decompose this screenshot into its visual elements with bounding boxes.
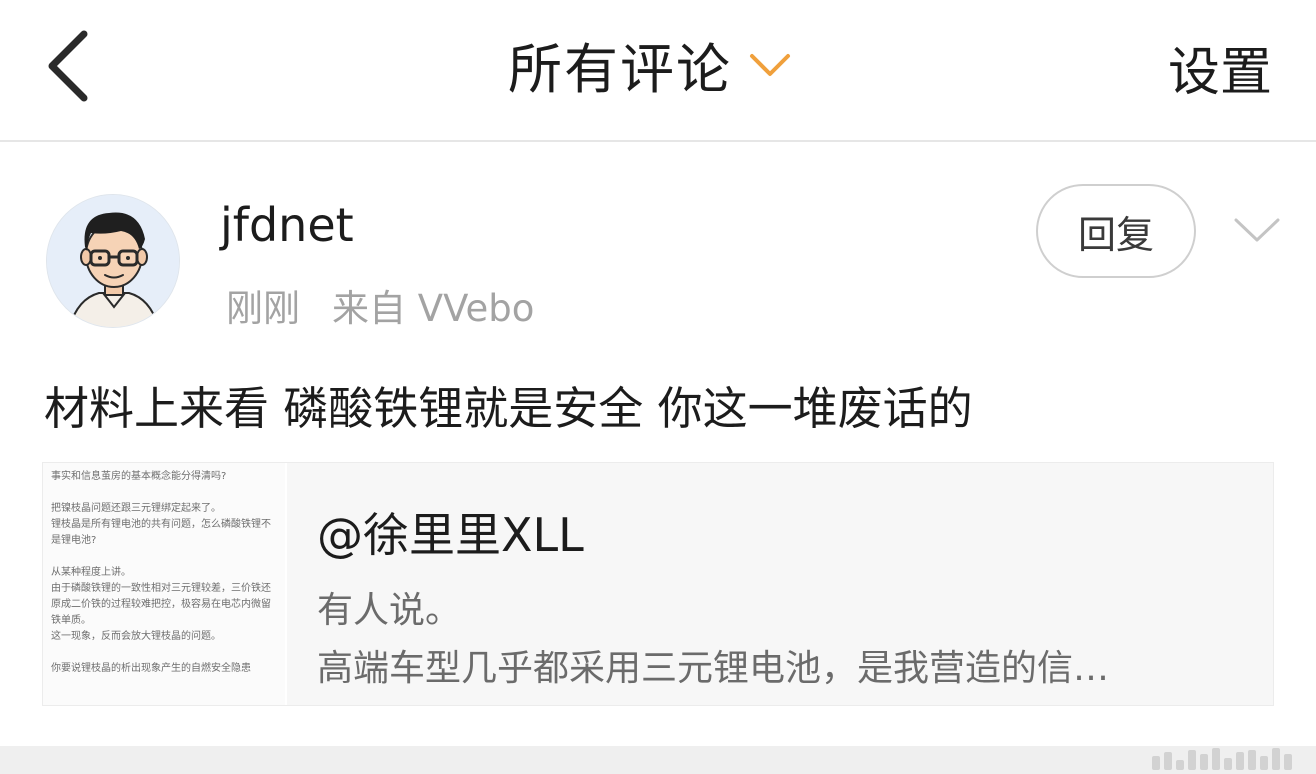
watermark-bar xyxy=(1176,760,1184,770)
thumbnail-text-line: 从某种程度上讲。 xyxy=(51,567,131,578)
watermark-bar xyxy=(1212,748,1220,770)
watermark-bar xyxy=(1152,756,1160,770)
watermark-bar xyxy=(1164,752,1172,770)
bottom-divider xyxy=(0,746,1316,774)
avatar[interactable] xyxy=(46,194,180,328)
comment-item: jfdnet 刚刚 来自 VVebo 回复 材料上来看 磷酸铁锂就是安全 你这一… xyxy=(0,144,1316,744)
thumbnail-text-line: 你要说锂枝晶的析出现象产生的自燃安全隐患 xyxy=(51,663,251,674)
quoted-post-text-line: 有人说。 xyxy=(317,590,462,631)
watermark-bar xyxy=(1236,752,1244,770)
chevron-down-icon[interactable] xyxy=(1232,214,1282,244)
comment-source: 来自 VVebo xyxy=(332,287,535,330)
watermark-bar xyxy=(1224,758,1232,770)
watermark-bar xyxy=(1200,754,1208,770)
thumbnail-gap xyxy=(51,549,277,565)
top-nav-bar: 所有评论 设置 xyxy=(0,0,1316,142)
watermark-bar xyxy=(1272,748,1280,770)
thumbnail-text-line: 这一现象，反而会放大锂枝晶的问题。 xyxy=(51,631,221,642)
comment-time: 刚刚 xyxy=(226,287,300,330)
comments-filter-dropdown[interactable]: 所有评论 xyxy=(508,28,794,101)
thumbnail-text-line: 锂枝晶是所有锂电池的共有问题，怎么磷酸铁锂不 xyxy=(51,519,271,530)
quoted-post-text-line: 高端车型几乎都采用三元锂电池，是我营造的信… xyxy=(317,648,1110,689)
watermark-bar xyxy=(1188,750,1196,770)
settings-button[interactable]: 设置 xyxy=(1168,30,1272,105)
watermark-bar xyxy=(1248,750,1256,770)
chevron-down-icon xyxy=(750,54,790,76)
thumbnail-text-line: 事实和信息茧房的基本概念能分得清吗? xyxy=(51,471,227,482)
quoted-post-thumbnail: 事实和信息茧房的基本概念能分得清吗? 把镍枝晶问题还跟三元锂绑定起来了。锂枝晶是所… xyxy=(43,463,287,705)
quoted-post-author: @徐里里XLL xyxy=(317,508,584,562)
thumbnail-text-line: 由于磷酸铁锂的一致性相对三元锂较差，三价铁还 xyxy=(51,583,271,594)
watermark-bar xyxy=(1284,754,1292,770)
back-button[interactable] xyxy=(40,26,100,106)
comment-text: 材料上来看 磷酸铁锂就是安全 你这一堆废话的 xyxy=(44,382,973,435)
comment-username[interactable]: jfdnet xyxy=(220,198,354,252)
chevron-left-icon xyxy=(48,30,88,102)
page-title: 所有评论 xyxy=(508,37,732,101)
thumbnail-text-line: 是锂电池? xyxy=(51,535,97,546)
reply-button[interactable]: 回复 xyxy=(1036,184,1196,278)
user-avatar-illustration-icon xyxy=(47,195,179,327)
watermark-decoration xyxy=(1152,748,1292,770)
thumbnail-gap xyxy=(51,645,277,661)
thumbnail-text-line: 铁单质。 xyxy=(51,615,91,626)
thumbnail-text-line: 把镍枝晶问题还跟三元锂绑定起来了。 xyxy=(51,503,221,514)
thumbnail-gap xyxy=(51,485,277,501)
watermark-bar xyxy=(1260,756,1268,770)
thumbnail-text-line: 原成二价铁的过程较难把控，极容易在电芯内微留 xyxy=(51,599,271,610)
quoted-post-card[interactable]: 事实和信息茧房的基本概念能分得清吗? 把镍枝晶问题还跟三元锂绑定起来了。锂枝晶是所… xyxy=(42,462,1274,706)
comment-meta: 刚刚 来自 VVebo xyxy=(226,278,534,332)
